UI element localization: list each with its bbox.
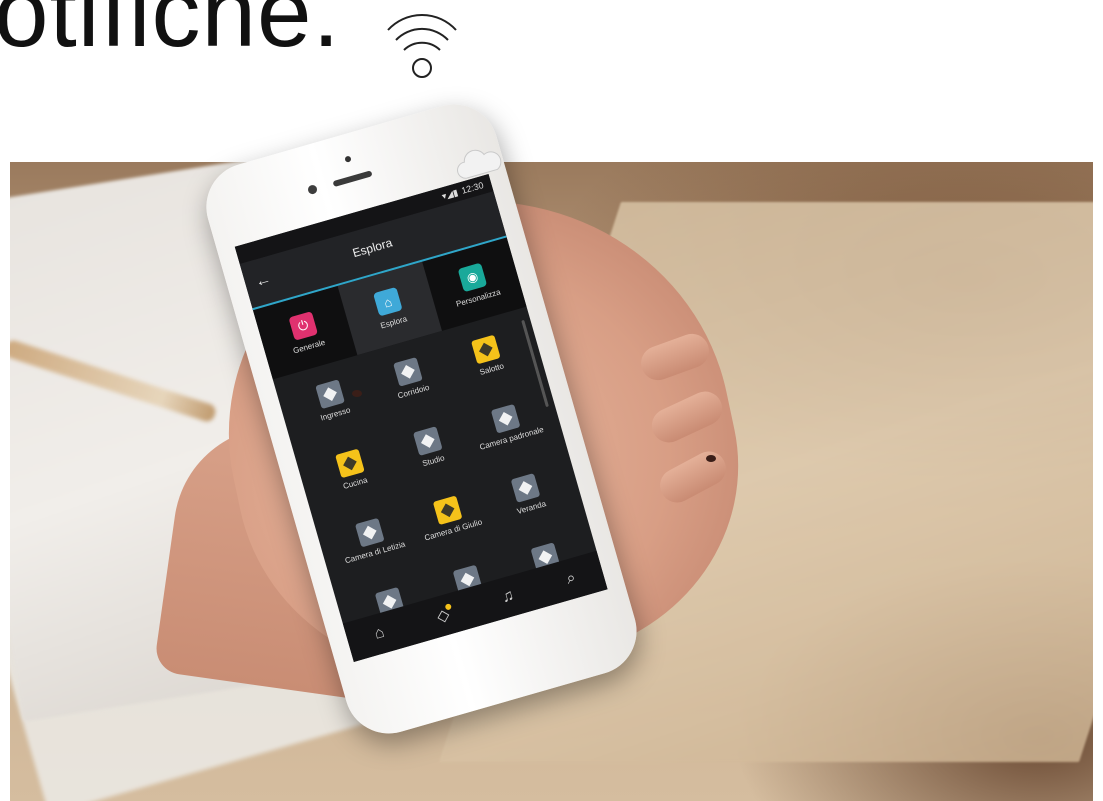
room-label: Camera di Giulio [423, 517, 484, 543]
chat-icon[interactable]: ◇ [435, 603, 452, 627]
room-tile-veranda[interactable]: Veranda [483, 465, 577, 543]
bell-icon[interactable]: ♫ [500, 587, 516, 608]
room-label: Salotto [478, 361, 505, 377]
room-tile-corridoio[interactable]: Corridoio [366, 349, 460, 427]
home-icon[interactable]: ⌂ [372, 624, 386, 644]
cube-icon [393, 357, 423, 387]
fingernail [706, 455, 716, 462]
cube-icon [314, 379, 345, 410]
room-tile-camera-padronale[interactable]: Camera padronale [464, 396, 558, 474]
cube-icon [412, 426, 443, 456]
tab-label: Generale [292, 337, 327, 356]
room-tile-ingresso[interactable]: Ingresso [287, 372, 381, 450]
cube-icon [432, 495, 463, 526]
earpiece-speaker [332, 170, 373, 188]
fingernail [352, 390, 362, 397]
room-tile-camera-giulio[interactable]: Camera di Giulio [405, 488, 499, 566]
tab-label: Personalizza [455, 287, 502, 309]
search-icon[interactable]: ⌕ [564, 569, 578, 589]
headline: otifiche. [0, 0, 341, 67]
room-label: Studio [421, 453, 446, 469]
cube-icon [491, 403, 521, 434]
sensor [306, 184, 319, 196]
power-icon: ⏻ [288, 311, 319, 341]
home-icon: ⌂ [372, 286, 403, 317]
cube-icon [334, 448, 365, 479]
room-label: Cucina [342, 475, 369, 491]
notification-dot [444, 603, 452, 611]
wifi-icon [387, 13, 457, 78]
front-camera [344, 155, 352, 163]
cube-icon [354, 517, 385, 548]
signal-icon: ▾◢▮ [440, 186, 460, 201]
cube-icon [471, 334, 501, 365]
room-tile-cucina[interactable]: Cucina [307, 441, 401, 519]
room-tile-camera-letizia[interactable]: Camera di Letizia [327, 510, 421, 588]
room-tile-studio[interactable]: Studio [385, 418, 479, 496]
gear-icon: ◉ [457, 262, 488, 293]
tab-label: Esplora [379, 314, 409, 331]
cube-icon [510, 473, 541, 503]
room-tile-salotto[interactable]: Salotto [444, 327, 538, 405]
